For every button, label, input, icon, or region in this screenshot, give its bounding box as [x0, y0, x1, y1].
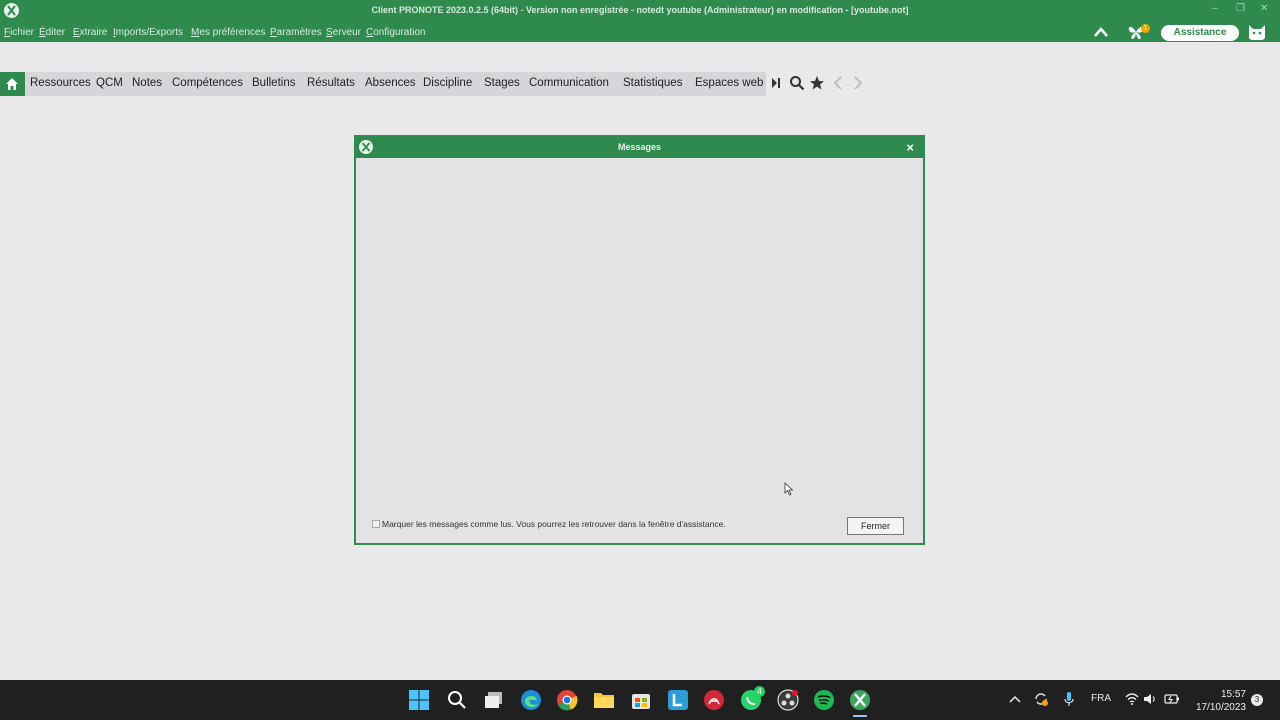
- menu-serveur[interactable]: Serveur: [326, 27, 361, 38]
- nav-notes[interactable]: Notes: [132, 77, 162, 89]
- star-icon[interactable]: [809, 75, 825, 91]
- nav-qcm[interactable]: QCM: [96, 77, 123, 89]
- nav-ressources[interactable]: Ressources: [30, 77, 91, 89]
- assistance-button[interactable]: Assistance: [1161, 25, 1239, 41]
- maximize-button[interactable]: ❐: [1236, 3, 1245, 14]
- active-app-indicator: [853, 715, 867, 717]
- search-icon[interactable]: [789, 75, 805, 91]
- language-indicator[interactable]: FRA: [1091, 693, 1111, 704]
- nav-competences[interactable]: Compétences: [172, 77, 243, 89]
- microphone-icon[interactable]: [1063, 691, 1075, 707]
- whatsapp-badge: 4: [754, 686, 765, 697]
- window-titlebar: Client PRONOTE 2023.0.2.5 (64bit) - Vers…: [0, 0, 1280, 22]
- menu-mes-preferences[interactable]: Mes préférences: [191, 27, 266, 38]
- notification-count-badge[interactable]: 3: [1251, 694, 1263, 706]
- skip-forward-icon[interactable]: [770, 75, 782, 91]
- fermer-button[interactable]: Fermer: [847, 517, 904, 535]
- menu-configuration[interactable]: Configuration: [366, 27, 426, 38]
- menu-editer[interactable]: Éditer: [39, 27, 65, 38]
- nav-statistiques[interactable]: Statistiques: [623, 77, 682, 89]
- back-arrow-icon[interactable]: [832, 75, 844, 91]
- battery-icon[interactable]: [1164, 693, 1180, 705]
- volume-icon[interactable]: [1143, 692, 1157, 706]
- nav-espaces-web[interactable]: Espaces web: [695, 77, 763, 89]
- nav-absences[interactable]: Absences: [365, 77, 416, 89]
- home-icon: [6, 78, 18, 90]
- wifi-icon[interactable]: [1125, 693, 1139, 705]
- window-title: Client PRONOTE 2023.0.2.5 (64bit) - Vers…: [371, 5, 909, 15]
- minimize-button[interactable]: –: [1212, 3, 1218, 14]
- sync-icon[interactable]: [1033, 691, 1049, 707]
- messages-dialog: Messages × Marquer les messages comme lu…: [354, 135, 925, 545]
- cat-icon[interactable]: [1247, 23, 1267, 41]
- taskbar-clock[interactable]: 15:57 17/10/2023: [1186, 688, 1246, 714]
- menu-parametres[interactable]: Paramètres: [270, 27, 322, 38]
- chevron-up-icon[interactable]: [1093, 25, 1109, 39]
- file-explorer-icon[interactable]: [593, 690, 615, 710]
- dialog-header: Messages ×: [356, 137, 923, 158]
- nav-bulletins[interactable]: Bulletins: [252, 77, 295, 89]
- chrome-icon[interactable]: [556, 689, 578, 711]
- chevron-up-icon[interactable]: [1009, 694, 1021, 704]
- l-app-icon[interactable]: [667, 689, 689, 711]
- mark-read-label[interactable]: Marquer les messages comme lus. Vous pou…: [382, 519, 726, 529]
- acrobat-icon[interactable]: [703, 689, 725, 711]
- nav-stages[interactable]: Stages: [484, 77, 520, 89]
- search-icon[interactable]: [447, 690, 467, 710]
- clock-date: 17/10/2023: [1195, 702, 1246, 713]
- spotify-icon[interactable]: [813, 689, 835, 711]
- nav-discipline[interactable]: Discipline: [423, 77, 472, 89]
- home-button[interactable]: [0, 72, 25, 96]
- close-window-button[interactable]: ✕: [1260, 3, 1268, 14]
- nav-communication[interactable]: Communication: [529, 77, 609, 89]
- mouse-cursor-icon: [784, 482, 794, 496]
- mark-read-checkbox[interactable]: [372, 520, 380, 528]
- clock-time: 15:57: [1220, 689, 1246, 700]
- task-view-icon[interactable]: [484, 690, 504, 710]
- windows-start-icon[interactable]: [408, 689, 430, 711]
- store-icon[interactable]: [630, 689, 652, 711]
- obs-icon[interactable]: [777, 689, 799, 711]
- menu-imports-exports[interactable]: Imports/Exports: [113, 27, 183, 38]
- menu-bar: Fichier Éditer Extraire Imports/Exports …: [0, 22, 1280, 42]
- pronote-taskbar-icon[interactable]: [849, 689, 871, 711]
- nav-resultats[interactable]: Résultats: [307, 77, 355, 89]
- notification-badge: 1: [1141, 24, 1150, 33]
- dialog-title: Messages: [617, 142, 662, 152]
- forward-arrow-icon[interactable]: [852, 75, 864, 91]
- close-icon[interactable]: ×: [906, 140, 914, 155]
- edge-icon[interactable]: [520, 689, 542, 711]
- menu-fichier[interactable]: Fichier: [4, 27, 34, 38]
- menu-extraire[interactable]: Extraire: [73, 27, 107, 38]
